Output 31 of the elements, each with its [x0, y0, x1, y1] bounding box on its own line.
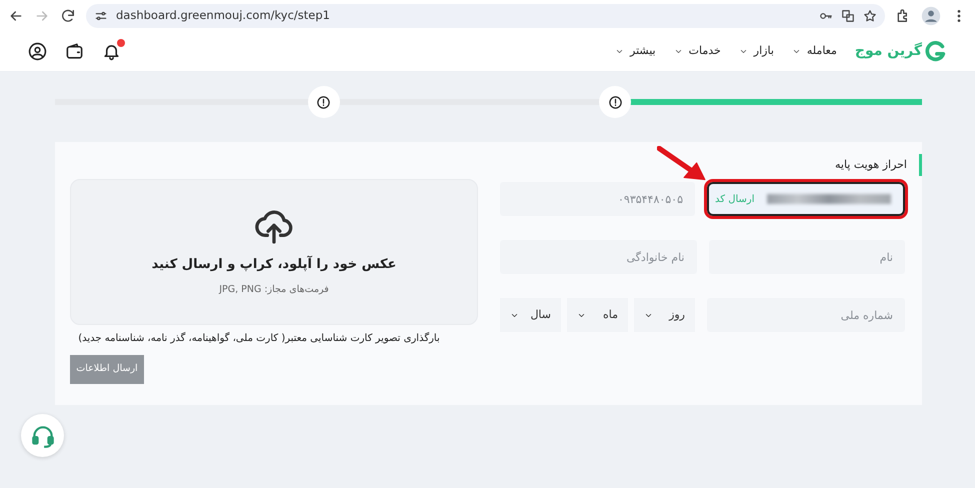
support-button[interactable] — [21, 414, 64, 457]
menu-item[interactable]: خدمات — [674, 43, 721, 60]
date-select[interactable]: روز — [634, 298, 695, 332]
national-id-field[interactable]: شماره ملی — [707, 298, 905, 332]
bell-icon[interactable] — [102, 42, 121, 61]
first-name-field[interactable]: نام — [708, 240, 905, 274]
id-card-note: بارگذاری تصویر کارت شناسایی معتبر( کارت ملی، گواهینامه، گذر نامه، شناسنامه جدید) — [77, 331, 441, 346]
chevron-down-icon — [615, 47, 624, 56]
profile-icon[interactable] — [28, 42, 47, 61]
menu-item[interactable]: بازار — [738, 43, 774, 60]
star-icon[interactable] — [863, 9, 877, 23]
date-select[interactable]: ماه — [567, 298, 628, 332]
logo-icon — [925, 40, 947, 62]
upload-dropzone[interactable]: عکس خود را آپلود، کراپ و ارسال کنید فرمت‌های مجاز: JPG, PNG — [70, 179, 478, 325]
menu-item[interactable]: معامله — [792, 43, 837, 60]
chevron-down-icon — [792, 47, 801, 56]
menu-item[interactable]: بیشتر — [615, 43, 656, 60]
date-select[interactable]: سال — [500, 298, 561, 332]
site-info-icon[interactable] — [94, 9, 108, 23]
translate-icon[interactable] — [841, 9, 855, 23]
reload-icon[interactable] — [60, 8, 76, 24]
chevron-down-icon — [738, 47, 748, 56]
upload-title: عکس خود را آپلود، کراپ و ارسال کنید — [152, 255, 396, 274]
avatar-icon[interactable] — [921, 6, 941, 26]
alert-circle-icon — [316, 94, 332, 110]
chevron-down-icon — [674, 47, 683, 56]
alert-circle-icon — [608, 94, 623, 110]
last-name-field[interactable]: نام خانوادگی — [500, 240, 696, 274]
logo-text: گرین موج — [854, 41, 922, 61]
wallet-icon[interactable] — [65, 42, 84, 61]
allowed-formats: فرمت‌های مجاز: JPG, PNG — [219, 282, 329, 297]
